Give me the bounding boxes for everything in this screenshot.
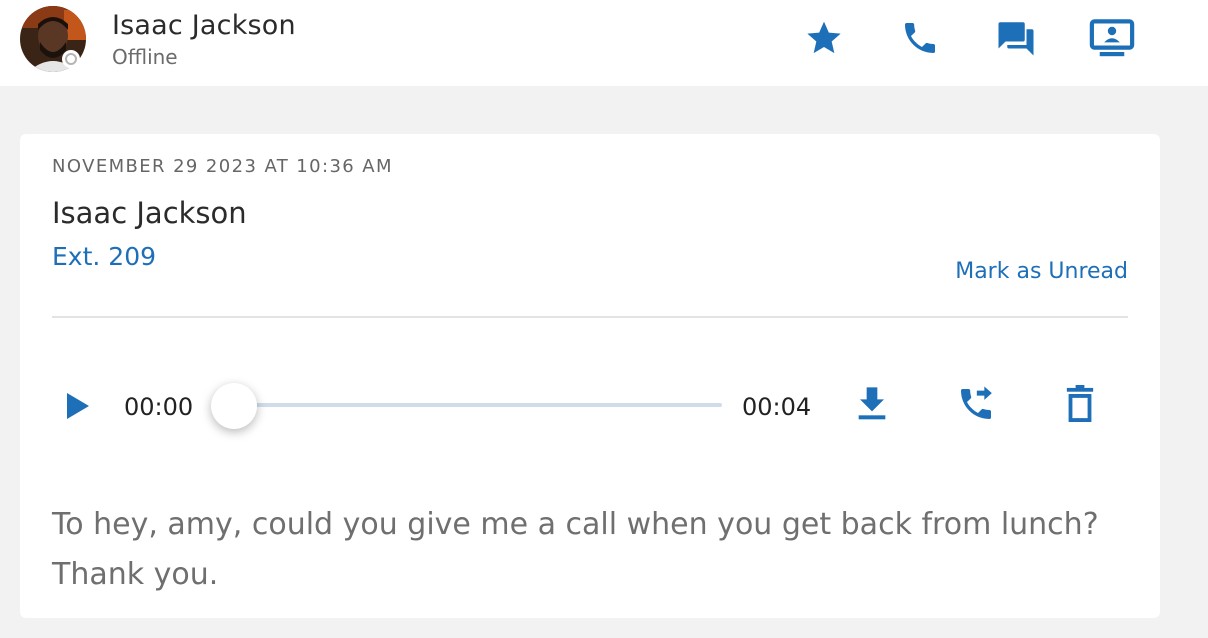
trash-icon — [1065, 385, 1095, 427]
divider — [52, 316, 1128, 318]
voicemail-date: NOVEMBER 29 2023 AT 10:36 AM — [52, 156, 393, 177]
playback-progress-track[interactable] — [234, 403, 722, 407]
playback-scrubber-handle[interactable] — [211, 383, 257, 429]
contact-header: Isaac Jackson Offline — [0, 0, 1208, 86]
chat-button[interactable] — [992, 16, 1040, 64]
phone-icon — [900, 18, 940, 62]
star-icon — [803, 18, 845, 62]
screen-share-button[interactable] — [1088, 16, 1136, 64]
playback-total-time: 00:04 — [742, 393, 812, 421]
play-button[interactable] — [62, 392, 94, 424]
voicemail-caller-name: Isaac Jackson — [52, 196, 247, 230]
playback-current-time: 00:00 — [124, 393, 194, 421]
contact-status: Offline — [112, 45, 178, 69]
play-icon — [65, 392, 91, 424]
contact-name: Isaac Jackson — [112, 10, 296, 41]
voicemail-extension[interactable]: Ext. 209 — [52, 242, 156, 271]
voicemail-card: NOVEMBER 29 2023 AT 10:36 AM Isaac Jacks… — [20, 134, 1160, 618]
chat-icon — [994, 17, 1038, 63]
call-forward-icon — [956, 383, 996, 429]
mark-as-unread-link[interactable]: Mark as Unread — [955, 259, 1128, 284]
voicemail-transcript: To hey, amy, could you give me a call wh… — [52, 507, 1099, 592]
forward-call-button[interactable] — [954, 384, 998, 428]
download-icon — [856, 386, 888, 426]
screen-share-icon — [1088, 17, 1136, 63]
call-button[interactable] — [896, 16, 944, 64]
presence-offline-indicator — [62, 50, 80, 68]
delete-button[interactable] — [1058, 384, 1102, 428]
download-button[interactable] — [850, 384, 894, 428]
favorite-button[interactable] — [800, 16, 848, 64]
